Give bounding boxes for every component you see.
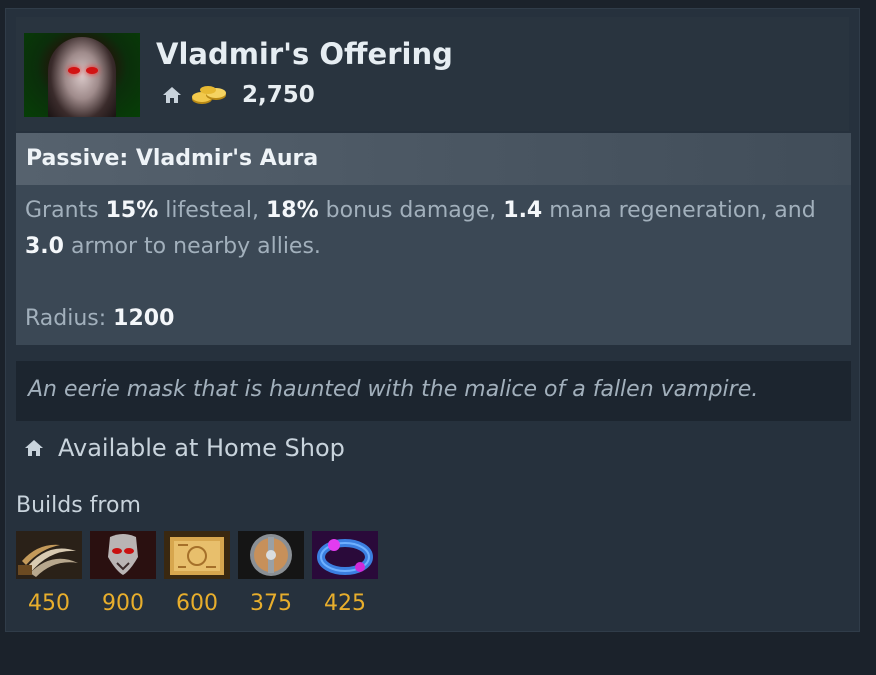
component-cost: 450 — [28, 591, 70, 616]
ability-header: Passive: Vladmir's Aura — [16, 133, 851, 185]
component-item[interactable]: 450 — [16, 531, 82, 621]
lifesteal-value: 15% — [105, 198, 159, 223]
component-cost: 600 — [176, 591, 218, 616]
ability-section: Passive: Vladmir's Aura Grants 15% lifes… — [16, 133, 851, 345]
component-cost: 375 — [250, 591, 292, 616]
item-header: Vladmir's Offering 2,750 — [16, 17, 849, 131]
lore-box: An eerie mask that is haunted with the m… — [16, 361, 851, 421]
gold-coins-icon — [190, 84, 228, 106]
availability-text: Available at Home Shop — [58, 434, 345, 462]
vladmirs-offering-icon — [24, 33, 140, 117]
radius-value: 1200 — [113, 306, 175, 331]
home-icon — [162, 86, 182, 104]
recipe-scroll-icon — [164, 531, 230, 579]
blades-of-attack-icon — [16, 531, 82, 579]
lore-text: An eerie mask that is haunted with the m… — [28, 377, 759, 402]
radius-label: Radius: — [25, 306, 114, 331]
components-list: 450 900 600 375 425 — [16, 531, 396, 621]
morbid-mask-icon — [90, 531, 156, 579]
component-item[interactable]: 600 — [164, 531, 230, 621]
radius-line: Radius: 1200 — [25, 301, 174, 337]
ability-description: Grants 15% lifesteal, 18% bonus damage, … — [25, 198, 816, 259]
item-cost: 2,750 — [242, 82, 315, 108]
ring-of-basilius-icon — [312, 531, 378, 579]
component-cost: 425 — [324, 591, 366, 616]
item-cost-row: 2,750 — [162, 80, 315, 110]
item-tooltip: Vladmir's Offering 2,750 Passive: Vladmi… — [5, 8, 860, 632]
component-item[interactable]: 375 — [238, 531, 304, 621]
shop-availability: Available at Home Shop — [24, 432, 345, 464]
home-shop-icon — [24, 439, 44, 457]
ability-title: Passive: Vladmir's Aura — [26, 146, 319, 171]
component-cost: 900 — [102, 591, 144, 616]
damage-value: 18% — [265, 198, 319, 223]
component-item[interactable]: 900 — [90, 531, 156, 621]
builds-from-label: Builds from — [16, 493, 141, 518]
item-title: Vladmir's Offering — [156, 37, 453, 71]
mana-regen-value: 1.4 — [503, 198, 543, 223]
buckler-icon — [238, 531, 304, 579]
component-item[interactable]: 425 — [312, 531, 378, 621]
armor-value: 3.0 — [25, 234, 64, 259]
